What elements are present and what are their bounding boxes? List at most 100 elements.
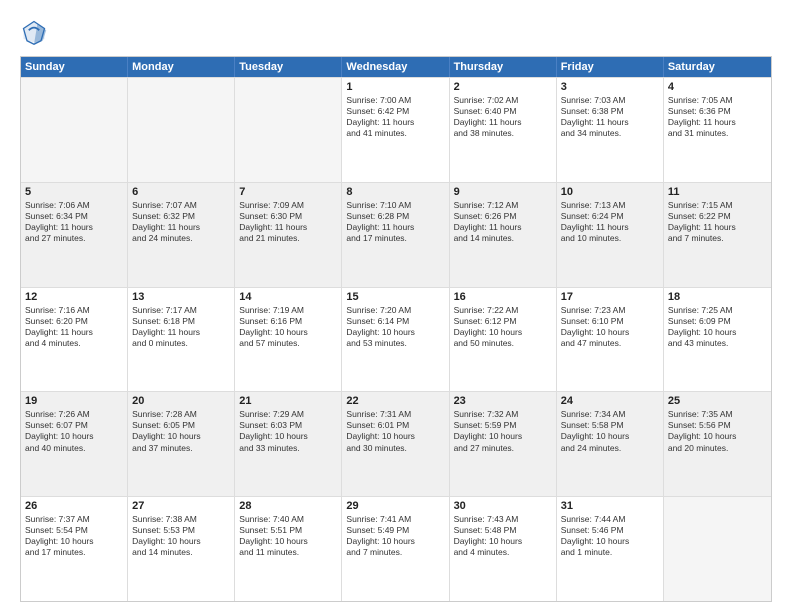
day-number: 20 — [132, 395, 230, 407]
calendar-row-3: 19 Sunrise: 7:26 AMSunset: 6:07 PMDayligh… — [21, 391, 771, 496]
cell-daylight-info: Sunrise: 7:09 AMSunset: 6:30 PMDaylight:… — [239, 200, 337, 244]
calendar-cell — [21, 78, 128, 182]
cell-daylight-info: Sunrise: 7:00 AMSunset: 6:42 PMDaylight:… — [346, 95, 444, 139]
page: SundayMondayTuesdayWednesdayThursdayFrid… — [0, 0, 792, 612]
cell-daylight-info: Sunrise: 7:23 AMSunset: 6:10 PMDaylight:… — [561, 305, 659, 349]
day-number: 29 — [346, 500, 444, 512]
day-number: 16 — [454, 291, 552, 303]
weekday-header-wednesday: Wednesday — [342, 57, 449, 77]
cell-daylight-info: Sunrise: 7:13 AMSunset: 6:24 PMDaylight:… — [561, 200, 659, 244]
calendar-cell: 2 Sunrise: 7:02 AMSunset: 6:40 PMDaylight… — [450, 78, 557, 182]
weekday-header-sunday: Sunday — [21, 57, 128, 77]
weekday-header-thursday: Thursday — [450, 57, 557, 77]
day-number: 19 — [25, 395, 123, 407]
cell-daylight-info: Sunrise: 7:07 AMSunset: 6:32 PMDaylight:… — [132, 200, 230, 244]
cell-daylight-info: Sunrise: 7:40 AMSunset: 5:51 PMDaylight:… — [239, 514, 337, 558]
day-number: 18 — [668, 291, 767, 303]
day-number: 27 — [132, 500, 230, 512]
day-number: 17 — [561, 291, 659, 303]
cell-daylight-info: Sunrise: 7:34 AMSunset: 5:58 PMDaylight:… — [561, 409, 659, 453]
cell-daylight-info: Sunrise: 7:10 AMSunset: 6:28 PMDaylight:… — [346, 200, 444, 244]
day-number: 30 — [454, 500, 552, 512]
calendar: SundayMondayTuesdayWednesdayThursdayFrid… — [20, 56, 772, 602]
calendar-cell: 17 Sunrise: 7:23 AMSunset: 6:10 PMDayligh… — [557, 288, 664, 392]
cell-daylight-info: Sunrise: 7:15 AMSunset: 6:22 PMDaylight:… — [668, 200, 767, 244]
calendar-cell: 14 Sunrise: 7:19 AMSunset: 6:16 PMDayligh… — [235, 288, 342, 392]
calendar-cell: 29 Sunrise: 7:41 AMSunset: 5:49 PMDayligh… — [342, 497, 449, 601]
day-number: 15 — [346, 291, 444, 303]
calendar-cell: 1 Sunrise: 7:00 AMSunset: 6:42 PMDaylight… — [342, 78, 449, 182]
cell-daylight-info: Sunrise: 7:25 AMSunset: 6:09 PMDaylight:… — [668, 305, 767, 349]
cell-daylight-info: Sunrise: 7:26 AMSunset: 6:07 PMDaylight:… — [25, 409, 123, 453]
logo — [20, 18, 52, 46]
day-number: 3 — [561, 81, 659, 93]
calendar-row-4: 26 Sunrise: 7:37 AMSunset: 5:54 PMDayligh… — [21, 496, 771, 601]
cell-daylight-info: Sunrise: 7:31 AMSunset: 6:01 PMDaylight:… — [346, 409, 444, 453]
calendar-cell: 19 Sunrise: 7:26 AMSunset: 6:07 PMDayligh… — [21, 392, 128, 496]
day-number: 21 — [239, 395, 337, 407]
day-number: 12 — [25, 291, 123, 303]
cell-daylight-info: Sunrise: 7:37 AMSunset: 5:54 PMDaylight:… — [25, 514, 123, 558]
calendar-cell: 11Sunrise: 7:15 AMSunset: 6:22 PMDayligh… — [664, 183, 771, 287]
calendar-body: 1 Sunrise: 7:00 AMSunset: 6:42 PMDaylight… — [21, 77, 771, 601]
cell-daylight-info: Sunrise: 7:02 AMSunset: 6:40 PMDaylight:… — [454, 95, 552, 139]
cell-daylight-info: Sunrise: 7:05 AMSunset: 6:36 PMDaylight:… — [668, 95, 767, 139]
cell-daylight-info: Sunrise: 7:03 AMSunset: 6:38 PMDaylight:… — [561, 95, 659, 139]
cell-daylight-info: Sunrise: 7:16 AMSunset: 6:20 PMDaylight:… — [25, 305, 123, 349]
calendar-cell: 6 Sunrise: 7:07 AMSunset: 6:32 PMDaylight… — [128, 183, 235, 287]
cell-daylight-info: Sunrise: 7:32 AMSunset: 5:59 PMDaylight:… — [454, 409, 552, 453]
calendar-cell: 10Sunrise: 7:13 AMSunset: 6:24 PMDayligh… — [557, 183, 664, 287]
calendar-cell: 12 Sunrise: 7:16 AMSunset: 6:20 PMDayligh… — [21, 288, 128, 392]
day-number: 4 — [668, 81, 767, 93]
cell-daylight-info: Sunrise: 7:29 AMSunset: 6:03 PMDaylight:… — [239, 409, 337, 453]
calendar-cell: 9 Sunrise: 7:12 AMSunset: 6:26 PMDaylight… — [450, 183, 557, 287]
calendar-row-1: 5 Sunrise: 7:06 AMSunset: 6:34 PMDaylight… — [21, 182, 771, 287]
day-number: 23 — [454, 395, 552, 407]
calendar-cell: 4 Sunrise: 7:05 AMSunset: 6:36 PMDaylight… — [664, 78, 771, 182]
cell-daylight-info: Sunrise: 7:06 AMSunset: 6:34 PMDaylight:… — [25, 200, 123, 244]
calendar-cell: 18 Sunrise: 7:25 AMSunset: 6:09 PMDayligh… — [664, 288, 771, 392]
day-number: 6 — [132, 186, 230, 198]
day-number: 22 — [346, 395, 444, 407]
cell-daylight-info: Sunrise: 7:22 AMSunset: 6:12 PMDaylight:… — [454, 305, 552, 349]
header — [20, 18, 772, 46]
calendar-cell: 26 Sunrise: 7:37 AMSunset: 5:54 PMDayligh… — [21, 497, 128, 601]
weekday-header-tuesday: Tuesday — [235, 57, 342, 77]
calendar-cell: 31Sunrise: 7:44 AMSunset: 5:46 PMDayligh… — [557, 497, 664, 601]
day-number: 14 — [239, 291, 337, 303]
cell-daylight-info: Sunrise: 7:38 AMSunset: 5:53 PMDaylight:… — [132, 514, 230, 558]
day-number: 24 — [561, 395, 659, 407]
calendar-cell: 15 Sunrise: 7:20 AMSunset: 6:14 PMDayligh… — [342, 288, 449, 392]
calendar-cell — [128, 78, 235, 182]
cell-daylight-info: Sunrise: 7:20 AMSunset: 6:14 PMDaylight:… — [346, 305, 444, 349]
day-number: 7 — [239, 186, 337, 198]
day-number: 1 — [346, 81, 444, 93]
day-number: 2 — [454, 81, 552, 93]
day-number: 8 — [346, 186, 444, 198]
calendar-cell: 16 Sunrise: 7:22 AMSunset: 6:12 PMDayligh… — [450, 288, 557, 392]
weekday-header-monday: Monday — [128, 57, 235, 77]
day-number: 26 — [25, 500, 123, 512]
cell-daylight-info: Sunrise: 7:43 AMSunset: 5:48 PMDaylight:… — [454, 514, 552, 558]
day-number: 5 — [25, 186, 123, 198]
calendar-cell: 27 Sunrise: 7:38 AMSunset: 5:53 PMDayligh… — [128, 497, 235, 601]
weekday-header-saturday: Saturday — [664, 57, 771, 77]
calendar-cell: 20 Sunrise: 7:28 AMSunset: 6:05 PMDayligh… — [128, 392, 235, 496]
cell-daylight-info: Sunrise: 7:41 AMSunset: 5:49 PMDaylight:… — [346, 514, 444, 558]
cell-daylight-info: Sunrise: 7:19 AMSunset: 6:16 PMDaylight:… — [239, 305, 337, 349]
day-number: 28 — [239, 500, 337, 512]
cell-daylight-info: Sunrise: 7:12 AMSunset: 6:26 PMDaylight:… — [454, 200, 552, 244]
day-number: 9 — [454, 186, 552, 198]
calendar-cell — [235, 78, 342, 182]
calendar-row-0: 1 Sunrise: 7:00 AMSunset: 6:42 PMDaylight… — [21, 77, 771, 182]
calendar-row-2: 12 Sunrise: 7:16 AMSunset: 6:20 PMDayligh… — [21, 287, 771, 392]
calendar-cell: 28 Sunrise: 7:40 AMSunset: 5:51 PMDayligh… — [235, 497, 342, 601]
cell-daylight-info: Sunrise: 7:28 AMSunset: 6:05 PMDaylight:… — [132, 409, 230, 453]
calendar-header: SundayMondayTuesdayWednesdayThursdayFrid… — [21, 57, 771, 77]
calendar-cell: 8 Sunrise: 7:10 AMSunset: 6:28 PMDaylight… — [342, 183, 449, 287]
day-number: 25 — [668, 395, 767, 407]
calendar-cell: 23 Sunrise: 7:32 AMSunset: 5:59 PMDayligh… — [450, 392, 557, 496]
weekday-header-friday: Friday — [557, 57, 664, 77]
calendar-cell: 24 Sunrise: 7:34 AMSunset: 5:58 PMDayligh… — [557, 392, 664, 496]
cell-daylight-info: Sunrise: 7:17 AMSunset: 6:18 PMDaylight:… — [132, 305, 230, 349]
